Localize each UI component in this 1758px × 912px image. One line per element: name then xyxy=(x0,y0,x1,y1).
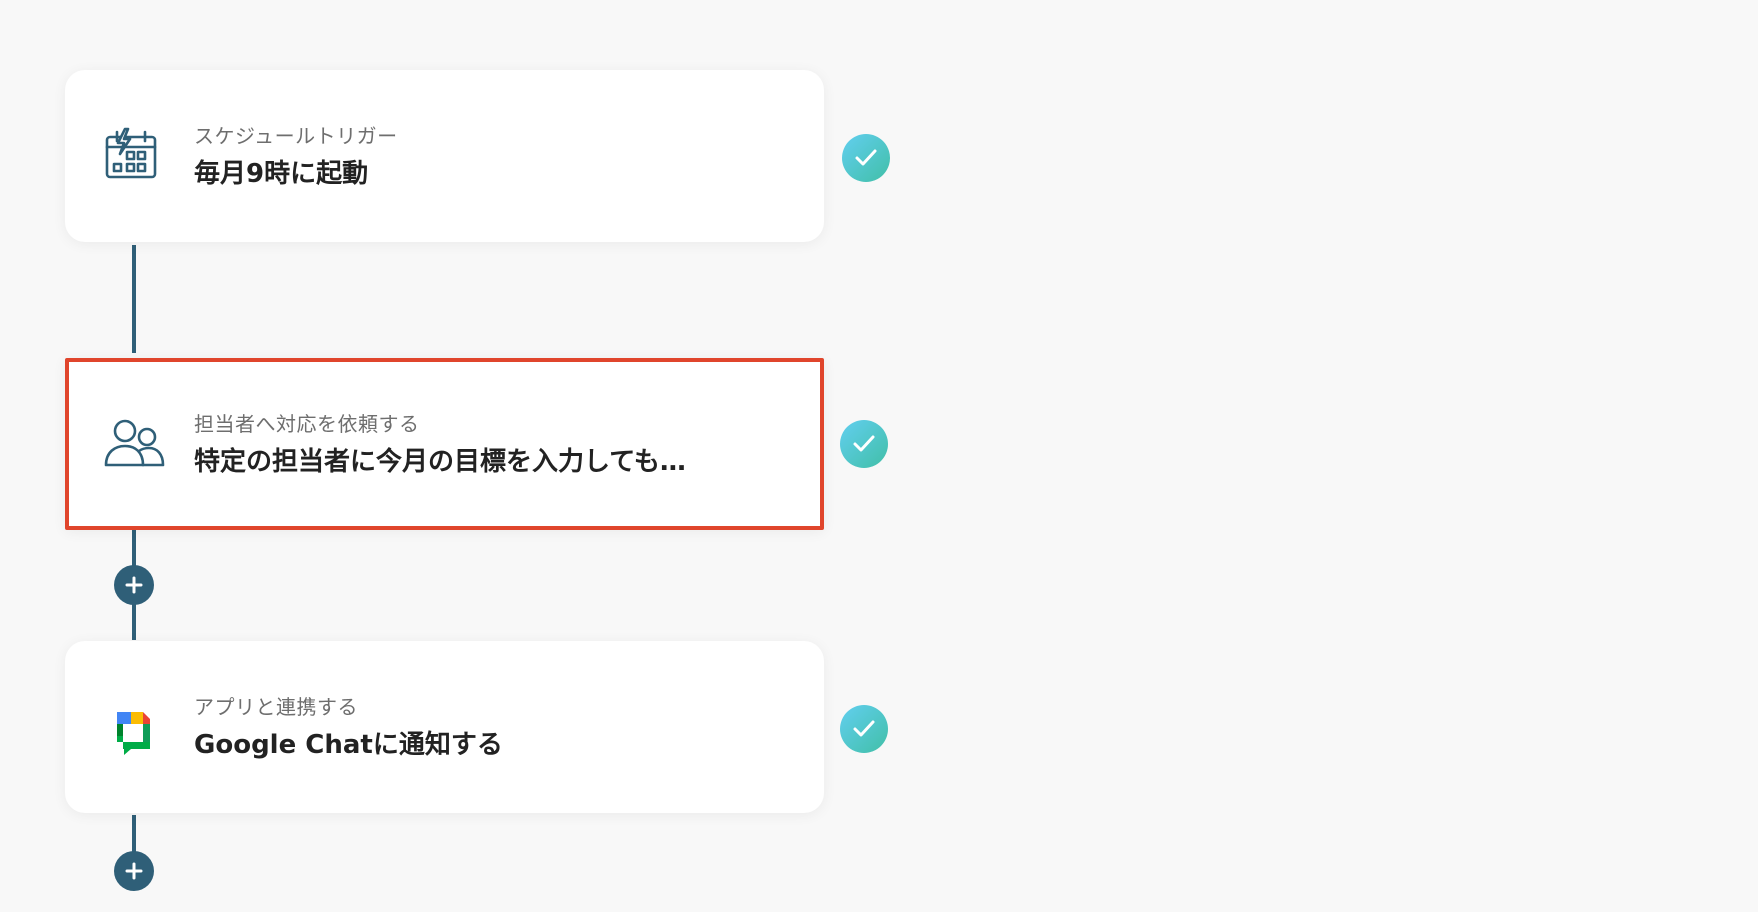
calendar-trigger-icon xyxy=(103,127,161,185)
add-step-button[interactable] xyxy=(114,565,154,605)
step-3-complete-check-icon xyxy=(840,705,888,753)
step-type-label: スケジュールトリガー xyxy=(194,124,398,148)
flow-step-google-chat[interactable]: アプリと連携する Google Chatに通知する xyxy=(65,641,824,813)
step-type-label: アプリと連携する xyxy=(194,695,358,719)
google-chat-icon xyxy=(103,698,161,756)
step-title: 特定の担当者に今月の目標を入力しても… xyxy=(194,447,686,477)
people-icon xyxy=(103,415,165,473)
step-title: 毎月9時に起動 xyxy=(194,159,369,189)
step-title: Google Chatに通知する xyxy=(194,730,503,760)
step-2-complete-check-icon xyxy=(840,420,888,468)
step-type-label: 担当者へ対応を依頼する xyxy=(194,412,420,436)
add-step-button[interactable] xyxy=(114,851,154,891)
flow-step-request-assignee[interactable]: 担当者へ対応を依頼する 特定の担当者に今月の目標を入力しても… xyxy=(65,358,824,530)
connector-line-1 xyxy=(132,245,136,353)
step-1-complete-check-icon xyxy=(842,134,890,182)
flow-step-schedule-trigger[interactable]: スケジュールトリガー 毎月9時に起動 xyxy=(65,70,824,242)
